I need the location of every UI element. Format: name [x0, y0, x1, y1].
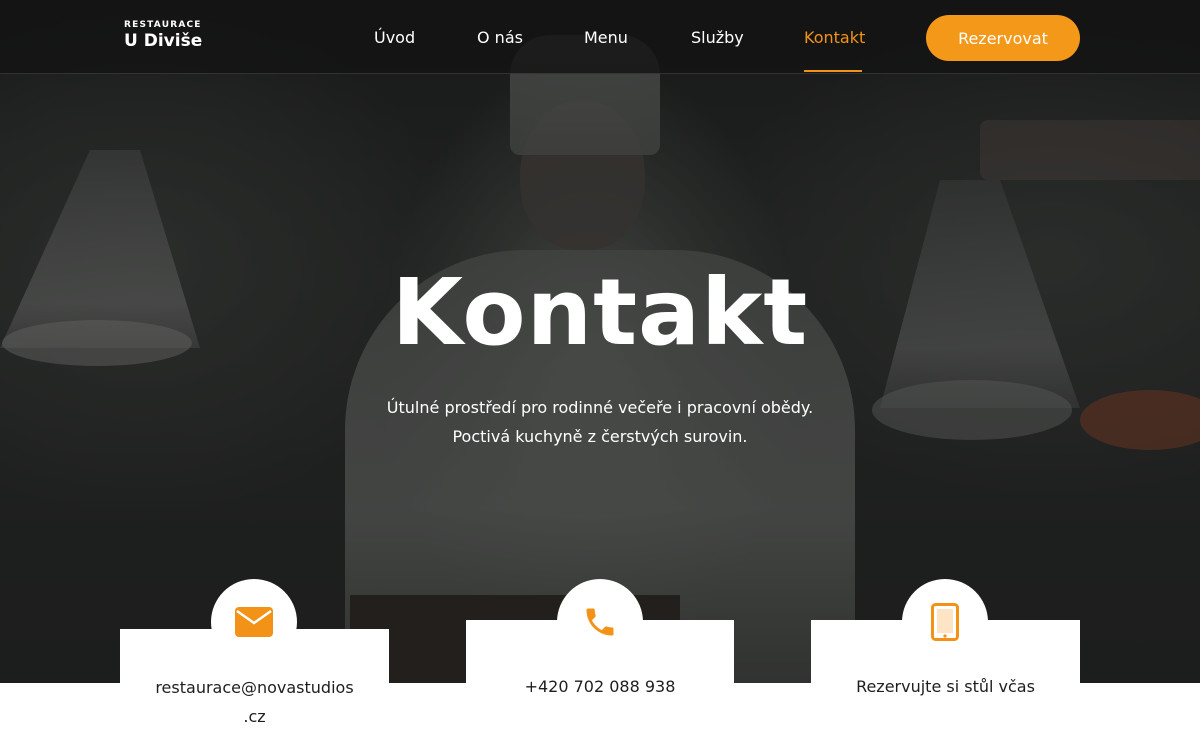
logo-small-label: RESTAURACE [124, 20, 202, 30]
nav-item-kontakt[interactable]: Kontakt [804, 28, 865, 47]
nav-item-sluzby[interactable]: Služby [691, 28, 744, 47]
envelope-icon-badge [211, 579, 297, 665]
page-title: Kontakt [391, 259, 809, 366]
hero-subtitle-line-2: Poctivá kuchyně z čerstvých surovin. [452, 427, 748, 446]
phone-icon-badge [557, 579, 643, 665]
site-logo[interactable]: RESTAURACE U Diviše [124, 20, 202, 51]
contact-card-phone: +420 702 088 938 [466, 579, 734, 750]
contact-reservation-text: Rezervujte si stůl včas [856, 677, 1035, 696]
site-header: RESTAURACE U Diviše Úvod O nás Menu Služ… [0, 0, 1200, 74]
contact-email-line-1: restaurace@novastudios [155, 678, 354, 697]
tablet-icon-badge [902, 579, 988, 665]
contact-email[interactable]: restaurace@novastudios .cz [120, 673, 389, 731]
nav-item-uvod[interactable]: Úvod [374, 28, 415, 47]
hero-subtitle: Útulné prostředí pro rodinné večeře i pr… [0, 393, 1200, 451]
envelope-icon [235, 607, 273, 637]
contact-card-reservation: Rezervujte si stůl včas [811, 579, 1080, 750]
contact-phone-number[interactable]: +420 702 088 938 [466, 672, 734, 701]
nav-active-indicator [804, 70, 862, 72]
tablet-icon [931, 603, 959, 641]
contact-email-line-2: .cz [243, 707, 266, 726]
nav-item-o-nas[interactable]: O nás [477, 28, 523, 47]
logo-name: U Diviše [124, 31, 203, 51]
contact-card-email: restaurace@novastudios .cz [120, 579, 389, 750]
reserve-button[interactable]: Rezervovat [926, 15, 1080, 61]
hero-subtitle-line-1: Útulné prostředí pro rodinné večeře i pr… [386, 398, 814, 417]
phone-icon [586, 608, 614, 636]
nav-item-menu[interactable]: Menu [584, 28, 628, 47]
